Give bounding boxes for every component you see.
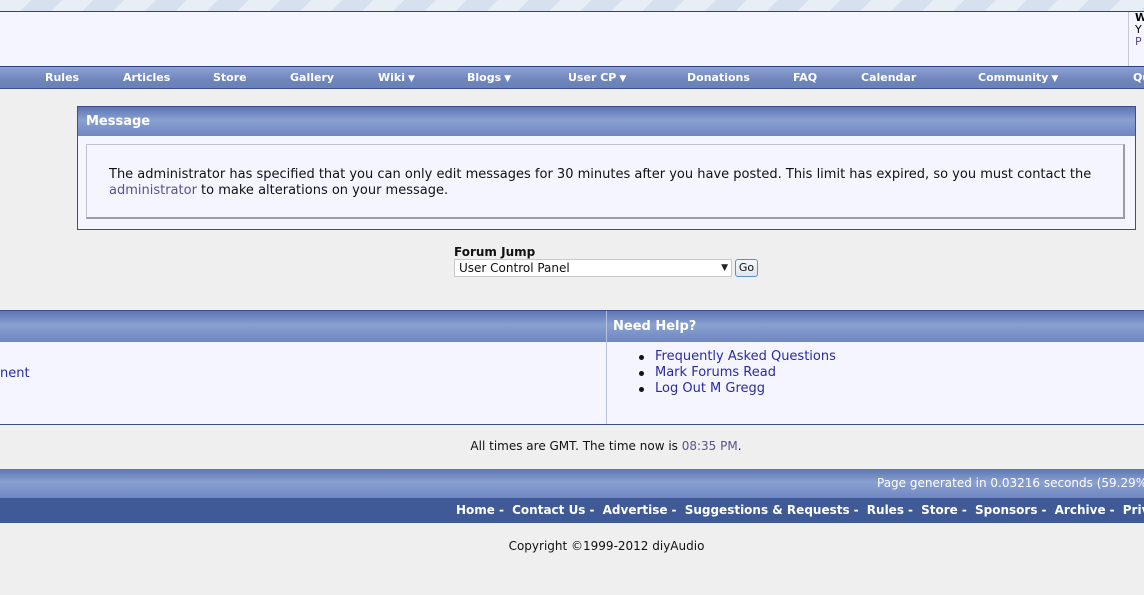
time-notice: All times are GMT. The time now is 08:35… bbox=[470, 439, 742, 453]
forum-jump-label: Forum Jump bbox=[454, 245, 536, 259]
footer-link-privacy[interactable]: Privacy Sta bbox=[1123, 503, 1144, 517]
footer-link-contact-us[interactable]: Contact Us bbox=[512, 503, 585, 517]
chevron-down-icon: ▼ bbox=[408, 74, 415, 84]
copyright-text: Copyright ©1999-2012 diyAudio bbox=[508, 539, 705, 553]
chevron-down-icon: ▼ bbox=[721, 263, 728, 273]
page-generated-text: Page generated in 0.03216 seconds (59.29… bbox=[877, 476, 1144, 490]
top-decorative-strip bbox=[0, 0, 1144, 11]
footer-link-archive[interactable]: Archive bbox=[1055, 503, 1106, 517]
footer-links-bar: Home - Contact Us - Advertise - Suggestions… bbox=[0, 498, 1144, 523]
current-time: 08:35 PM bbox=[681, 439, 738, 453]
nav-item-blogs[interactable]: Blogs ▼ bbox=[467, 67, 511, 88]
column-divider bbox=[606, 311, 607, 424]
footer-link-rules[interactable]: Rules bbox=[867, 503, 904, 517]
welcome-link[interactable]: P bbox=[1135, 36, 1144, 48]
footer-link-suggestions[interactable]: Suggestions & Requests bbox=[685, 503, 850, 517]
site-header: W Y P bbox=[0, 11, 1144, 67]
administrator-link[interactable]: administrator bbox=[109, 183, 197, 198]
nav-item-community[interactable]: Community ▼ bbox=[978, 67, 1058, 88]
help-links-list: Frequently Asked Questions Mark Forums R… bbox=[637, 349, 836, 397]
bottom-left-link[interactable]: nent bbox=[0, 366, 30, 381]
nav-item-store[interactable]: Store bbox=[213, 67, 247, 88]
page-generated-bar: Page generated in 0.03216 seconds (59.29… bbox=[0, 469, 1144, 498]
log-out-link[interactable]: Log Out M Gregg bbox=[637, 381, 836, 397]
nav-item-faq[interactable]: FAQ bbox=[793, 67, 817, 88]
message-text-end: to make alterations on your message. bbox=[196, 183, 449, 198]
message-title: Message bbox=[78, 107, 1135, 136]
chevron-down-icon: ▼ bbox=[504, 74, 512, 84]
need-help-header: Need Help? bbox=[607, 311, 1144, 342]
faq-link[interactable]: Frequently Asked Questions bbox=[637, 349, 836, 365]
chevron-down-icon: ▼ bbox=[619, 74, 627, 84]
nav-item-articles[interactable]: Articles bbox=[123, 67, 170, 88]
message-panel: Message The administrator has specified … bbox=[77, 106, 1136, 230]
footer-links: Home - Contact Us - Advertise - Suggestions… bbox=[456, 498, 1144, 523]
welcome-panel: W Y P bbox=[1128, 12, 1144, 66]
bottom-left-header bbox=[0, 311, 606, 342]
nav-item-wiki[interactable]: Wiki ▼ bbox=[378, 67, 415, 88]
message-text: The administrator has specified that you… bbox=[109, 167, 1092, 182]
nav-item-gallery[interactable]: Gallery bbox=[290, 67, 334, 88]
go-button[interactable]: Go bbox=[735, 259, 758, 277]
message-body: The administrator has specified that you… bbox=[86, 144, 1125, 219]
nav-item-calendar[interactable]: Calendar bbox=[861, 67, 916, 88]
nav-item-rules[interactable]: Rules bbox=[45, 67, 79, 88]
forum-jump-select[interactable]: User Control Panel ▼ bbox=[454, 259, 732, 277]
mark-forums-read-link[interactable]: Mark Forums Read bbox=[637, 365, 836, 381]
footer-link-store[interactable]: Store bbox=[921, 503, 958, 517]
footer-link-sponsors[interactable]: Sponsors bbox=[975, 503, 1037, 517]
main-navbar: Rules Articles Store Gallery Wiki ▼ Blogs… bbox=[0, 67, 1144, 89]
nav-item-user-cp[interactable]: User CP ▼ bbox=[568, 67, 626, 88]
nav-item-donations[interactable]: Donations bbox=[687, 67, 750, 88]
bottom-info-table: Need Help? nent Frequently Asked Questio… bbox=[0, 310, 1144, 425]
footer-link-home[interactable]: Home bbox=[456, 503, 495, 517]
forum-jump-selected: User Control Panel bbox=[459, 261, 570, 275]
chevron-down-icon: ▼ bbox=[1051, 74, 1059, 84]
footer-link-advertise[interactable]: Advertise bbox=[603, 503, 668, 517]
nav-item-quick-links[interactable]: Qu bbox=[1133, 67, 1144, 88]
